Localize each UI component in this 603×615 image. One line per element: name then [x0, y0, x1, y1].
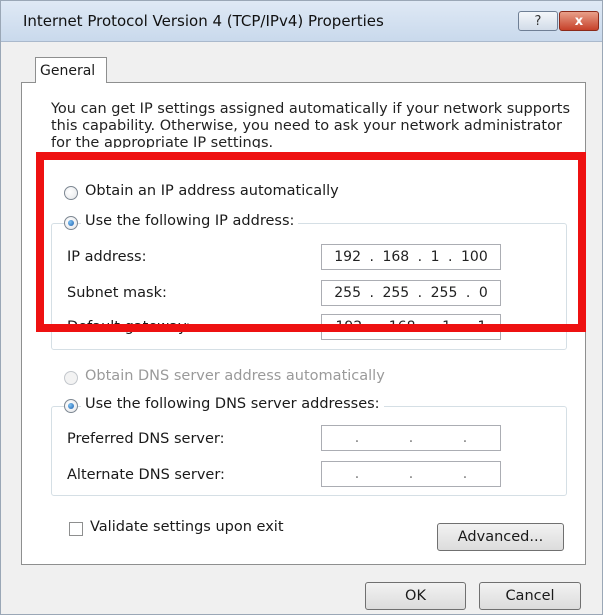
subnet-mask-label: Subnet mask:	[67, 285, 167, 301]
title-bar[interactable]: Internet Protocol Version 4 (TCP/IPv4) P…	[1, 1, 602, 42]
cancel-button[interactable]: Cancel	[479, 582, 581, 610]
use-following-ip-radio[interactable]	[64, 216, 78, 230]
preferred-dns-input[interactable]: ...	[321, 425, 501, 451]
close-icon: x	[574, 13, 584, 29]
validate-settings-checkbox[interactable]	[69, 522, 83, 536]
use-following-dns-radio[interactable]	[64, 399, 78, 413]
advanced-button[interactable]: Advanced...	[437, 523, 564, 551]
alternate-dns-label: Alternate DNS server:	[67, 467, 225, 483]
obtain-ip-auto-label[interactable]: Obtain an IP address automatically	[85, 183, 339, 199]
ip-address-label: IP address:	[67, 249, 147, 265]
subnet-mask-input[interactable]: 255. 255. 255. 0	[321, 280, 501, 306]
tab-general[interactable]: General	[35, 57, 107, 83]
use-following-dns-label[interactable]: Use the following DNS server addresses:	[81, 396, 384, 412]
preferred-dns-label: Preferred DNS server:	[67, 431, 225, 447]
help-button[interactable]: ?	[518, 11, 558, 31]
default-gateway-label: Default gateway:	[67, 319, 191, 335]
use-following-ip-label[interactable]: Use the following IP address:	[81, 213, 299, 229]
obtain-dns-auto-label[interactable]: Obtain DNS server address automatically	[85, 368, 385, 384]
ok-button[interactable]: OK	[365, 582, 466, 610]
window-title: Internet Protocol Version 4 (TCP/IPv4) P…	[23, 12, 384, 30]
validate-settings-label[interactable]: Validate settings upon exit	[90, 519, 284, 535]
obtain-dns-auto-radio[interactable]	[64, 371, 78, 385]
ip-address-input[interactable]: 192. 168. 1. 100	[321, 244, 501, 270]
tcpip-properties-dialog: Internet Protocol Version 4 (TCP/IPv4) P…	[0, 0, 603, 615]
close-button[interactable]: x	[559, 11, 599, 31]
obtain-ip-auto-radio[interactable]	[64, 186, 78, 200]
intro-text: You can get IP settings assigned automat…	[51, 101, 571, 148]
default-gateway-input[interactable]: 192. 168. 1. 1	[321, 314, 501, 340]
question-mark-icon: ?	[534, 13, 542, 29]
alternate-dns-input[interactable]: ...	[321, 461, 501, 487]
